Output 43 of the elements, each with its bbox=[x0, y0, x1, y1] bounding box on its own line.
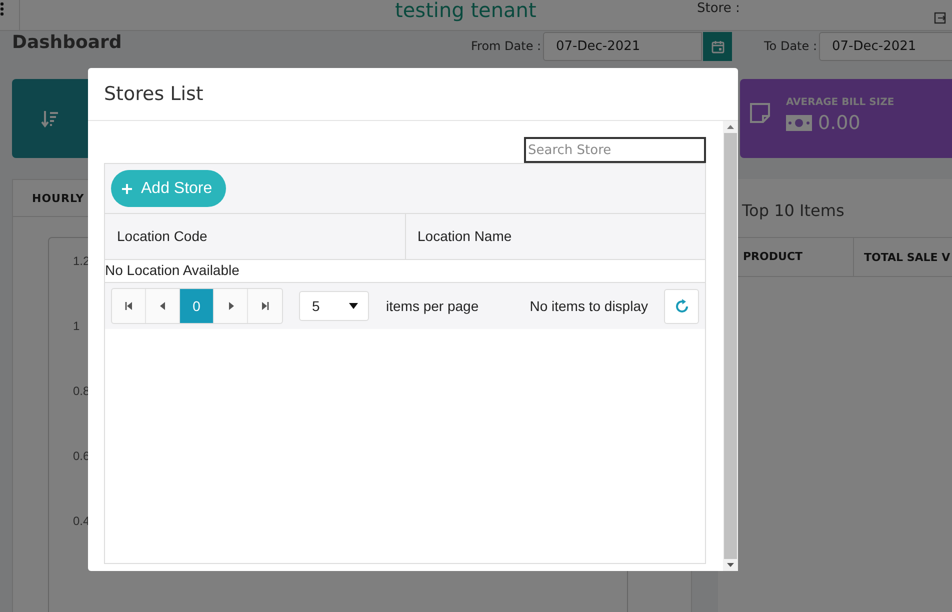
scroll-down-icon[interactable] bbox=[727, 563, 734, 567]
exit-icon[interactable] bbox=[934, 12, 946, 24]
search-field[interactable]: Search Store bbox=[524, 137, 706, 163]
column-header[interactable]: Location Code bbox=[105, 214, 406, 259]
pager-status: No items to display bbox=[530, 298, 648, 314]
axis-tick-label: 1 bbox=[72, 319, 81, 333]
calendar-icon bbox=[710, 40, 724, 54]
card-title: AVERAGE BILL SIZE bbox=[786, 97, 894, 108]
scroll-up-icon[interactable] bbox=[727, 125, 734, 129]
next-icon bbox=[226, 302, 234, 310]
refresh-button[interactable] bbox=[664, 288, 699, 324]
page-size-dropdown[interactable]: 5 bbox=[299, 291, 369, 321]
cash-icon bbox=[786, 115, 812, 131]
refresh-icon bbox=[674, 298, 690, 314]
page-title: Dashboard bbox=[12, 32, 122, 53]
page-size-label: items per page bbox=[386, 298, 479, 314]
to-date-field[interactable]: 07-Dec-2021 bbox=[819, 32, 952, 61]
add-store-button[interactable]: Add Store bbox=[111, 170, 226, 207]
dialog-title: Stores List bbox=[104, 83, 204, 105]
chart-tab[interactable]: HOURLY bbox=[32, 192, 84, 204]
column-header[interactable]: Location Name bbox=[406, 214, 705, 259]
tenant-name: testing tenant bbox=[395, 0, 536, 22]
sort-icon bbox=[40, 108, 60, 128]
note-icon bbox=[748, 101, 772, 125]
column-header: TOTAL SALE V bbox=[864, 250, 950, 264]
panel-title: Top 10 Items bbox=[741, 200, 846, 222]
from-date-label: From Date : bbox=[471, 39, 542, 53]
scrollbar[interactable] bbox=[723, 121, 738, 571]
column-header: PRODUCT bbox=[743, 238, 854, 276]
card-value: 0.00 bbox=[818, 112, 860, 134]
dropdown-caret-icon bbox=[349, 303, 358, 309]
from-date-field[interactable]: 07-Dec-2021 bbox=[543, 32, 702, 61]
page-button[interactable]: 0 bbox=[180, 289, 214, 323]
store-label: Store : bbox=[697, 1, 740, 16]
first-page-icon bbox=[124, 302, 132, 310]
plus-icon bbox=[121, 182, 133, 194]
previous-icon bbox=[158, 302, 166, 310]
last-page-icon bbox=[261, 302, 269, 310]
empty-message: No Location Available bbox=[105, 262, 240, 278]
to-date-label: To Date : bbox=[764, 39, 817, 53]
calendar-button[interactable] bbox=[703, 32, 732, 61]
menu-icon[interactable] bbox=[0, 2, 4, 16]
axis-tick-label: 0.4 bbox=[72, 514, 91, 528]
